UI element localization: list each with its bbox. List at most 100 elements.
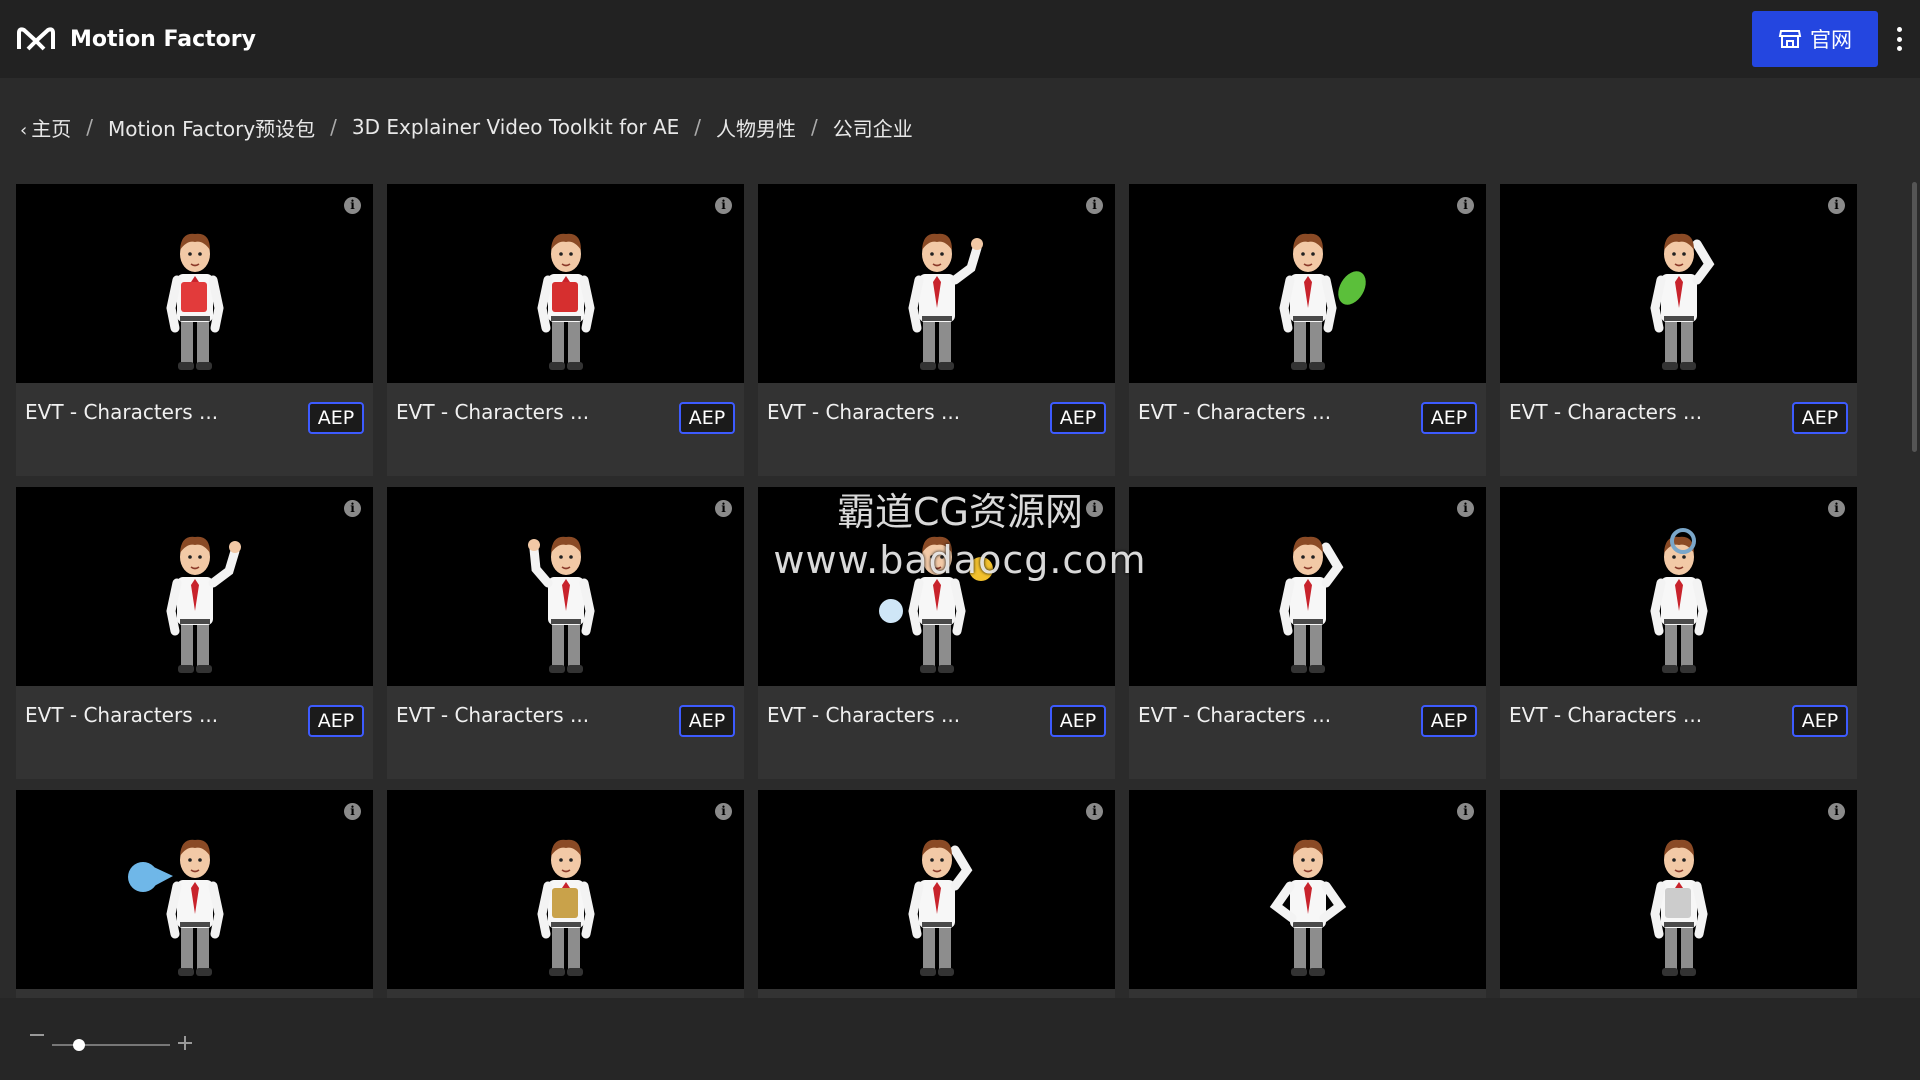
bottom-toolbar bbox=[0, 998, 1920, 1080]
breadcrumb-item[interactable]: 人物男性 bbox=[716, 113, 796, 142]
character-figure bbox=[536, 233, 595, 370]
breadcrumb-item[interactable]: Motion Factory预设包 bbox=[108, 113, 315, 142]
asset-thumbnail[interactable]: i bbox=[387, 184, 744, 383]
character-figure bbox=[1649, 233, 1714, 370]
info-icon[interactable]: i bbox=[1828, 803, 1845, 820]
character-figure bbox=[165, 536, 241, 673]
asset-thumbnail[interactable]: i bbox=[1129, 790, 1486, 989]
asset-thumbnail[interactable]: i bbox=[387, 487, 744, 686]
app-logo[interactable]: Motion Factory bbox=[16, 25, 256, 53]
format-badge: AEP bbox=[1792, 402, 1848, 434]
asset-grid: i EVT - Characters ... AEP i EVT - Character… bbox=[0, 178, 1920, 998]
asset-card[interactable]: i bbox=[1500, 790, 1857, 998]
asset-thumbnail[interactable]: i bbox=[758, 790, 1115, 989]
info-icon[interactable]: i bbox=[715, 500, 732, 517]
asset-card[interactable]: i EVT - Characters ... AEP bbox=[1129, 184, 1486, 476]
breadcrumb-label: Motion Factory预设包 bbox=[107, 116, 316, 141]
format-badge: AEP bbox=[1421, 705, 1477, 737]
breadcrumb-item[interactable]: ‹ 主页 bbox=[20, 113, 71, 142]
store-icon bbox=[1778, 30, 1802, 48]
breadcrumb-separator: / bbox=[330, 115, 337, 139]
chevron-left-icon: ‹ bbox=[20, 119, 28, 141]
breadcrumb-item[interactable]: 公司企业 bbox=[833, 113, 913, 142]
asset-card[interactable]: i EVT - Characters ... AEP bbox=[16, 487, 373, 779]
zoom-slider[interactable] bbox=[52, 1039, 170, 1051]
asset-title: EVT - Characters ... bbox=[1138, 703, 1332, 727]
asset-card[interactable]: i EVT - Characters ... AEP bbox=[1129, 487, 1486, 779]
info-icon[interactable]: i bbox=[1828, 500, 1845, 517]
info-icon[interactable]: i bbox=[344, 803, 361, 820]
character-figure bbox=[907, 233, 983, 370]
character-figure bbox=[127, 839, 224, 976]
info-icon[interactable]: i bbox=[1828, 197, 1845, 214]
asset-card[interactable]: i bbox=[16, 790, 373, 998]
format-badge: AEP bbox=[308, 705, 364, 737]
breadcrumb-label: 人物男性 bbox=[716, 116, 797, 141]
watermark: 霸道CG资源网 www.badaocg.com bbox=[770, 488, 1150, 584]
asset-thumbnail[interactable]: i bbox=[1129, 487, 1486, 686]
scrollbar[interactable] bbox=[1912, 182, 1917, 452]
asset-thumbnail[interactable]: i bbox=[1500, 184, 1857, 383]
info-icon[interactable]: i bbox=[1457, 197, 1474, 214]
character-figure bbox=[1649, 528, 1708, 673]
breadcrumb-separator: / bbox=[86, 115, 93, 139]
asset-title: EVT - Characters ... bbox=[1138, 400, 1332, 424]
asset-card[interactable]: i EVT - Characters ... AEP bbox=[16, 184, 373, 476]
info-icon[interactable]: i bbox=[1086, 197, 1103, 214]
asset-thumbnail[interactable]: i bbox=[16, 790, 373, 989]
asset-thumbnail[interactable]: i bbox=[1500, 790, 1857, 989]
info-icon[interactable]: i bbox=[344, 197, 361, 214]
breadcrumb-label: 公司企业 bbox=[832, 116, 913, 141]
info-icon[interactable]: i bbox=[1457, 500, 1474, 517]
top-bar: Motion Factory 官网 bbox=[0, 0, 1920, 78]
asset-thumbnail[interactable]: i bbox=[16, 487, 373, 686]
asset-thumbnail[interactable]: i bbox=[16, 184, 373, 383]
asset-title: EVT - Characters ... bbox=[1509, 703, 1703, 727]
asset-thumbnail[interactable]: i bbox=[1129, 184, 1486, 383]
more-vertical-icon[interactable] bbox=[1888, 24, 1910, 54]
asset-card[interactable]: i bbox=[758, 790, 1115, 998]
breadcrumb: ‹ 主页 / Motion Factory预设包 / 3D Explainer Video… bbox=[20, 112, 913, 142]
asset-title: EVT - Characters ... bbox=[25, 703, 219, 727]
breadcrumb-separator: / bbox=[811, 115, 818, 139]
zoom-out-icon[interactable] bbox=[30, 1034, 44, 1036]
asset-card[interactable]: i EVT - Characters ... AEP bbox=[387, 184, 744, 476]
asset-card[interactable]: i EVT - Characters ... AEP bbox=[1500, 184, 1857, 476]
asset-card[interactable]: i bbox=[1129, 790, 1486, 998]
asset-thumbnail[interactable]: i bbox=[758, 184, 1115, 383]
info-icon[interactable]: i bbox=[1457, 803, 1474, 820]
official-site-label: 官网 bbox=[1810, 28, 1852, 52]
asset-title: EVT - Characters ... bbox=[767, 703, 961, 727]
watermark-url: www.badaocg.com bbox=[773, 538, 1147, 582]
character-figure bbox=[527, 536, 595, 673]
format-badge: AEP bbox=[1421, 402, 1477, 434]
asset-thumbnail[interactable]: i bbox=[387, 790, 744, 989]
info-icon[interactable]: i bbox=[344, 500, 361, 517]
character-figure bbox=[536, 839, 595, 976]
character-figure bbox=[1649, 839, 1708, 976]
asset-thumbnail[interactable]: i bbox=[1500, 487, 1857, 686]
asset-card[interactable]: i EVT - Characters ... AEP bbox=[758, 184, 1115, 476]
character-figure bbox=[1278, 233, 1366, 370]
breadcrumb-item[interactable]: 3D Explainer Video Toolkit for AE bbox=[352, 115, 679, 139]
watermark-title: 霸道CG资源网 bbox=[837, 490, 1083, 534]
asset-title: EVT - Characters ... bbox=[767, 400, 961, 424]
motion-factory-logo-icon bbox=[17, 27, 55, 51]
official-site-button[interactable]: 官网 bbox=[1752, 11, 1878, 67]
character-figure bbox=[1278, 536, 1343, 673]
info-icon[interactable]: i bbox=[1086, 803, 1103, 820]
zoom-in-icon[interactable] bbox=[178, 1036, 192, 1050]
breadcrumb-label: 主页 bbox=[31, 116, 72, 141]
info-icon[interactable]: i bbox=[715, 803, 732, 820]
asset-card[interactable]: i EVT - Characters ... AEP bbox=[387, 487, 744, 779]
format-badge: AEP bbox=[679, 705, 735, 737]
info-icon[interactable]: i bbox=[715, 197, 732, 214]
asset-card[interactable]: i bbox=[387, 790, 744, 998]
breadcrumb-separator: / bbox=[694, 115, 702, 139]
asset-title: EVT - Characters ... bbox=[396, 400, 590, 424]
breadcrumb-label: 3D Explainer Video Toolkit for AE bbox=[351, 115, 680, 139]
format-badge: AEP bbox=[308, 402, 364, 434]
asset-title: EVT - Characters ... bbox=[25, 400, 219, 424]
format-badge: AEP bbox=[1792, 705, 1848, 737]
asset-card[interactable]: i EVT - Characters ... AEP bbox=[1500, 487, 1857, 779]
